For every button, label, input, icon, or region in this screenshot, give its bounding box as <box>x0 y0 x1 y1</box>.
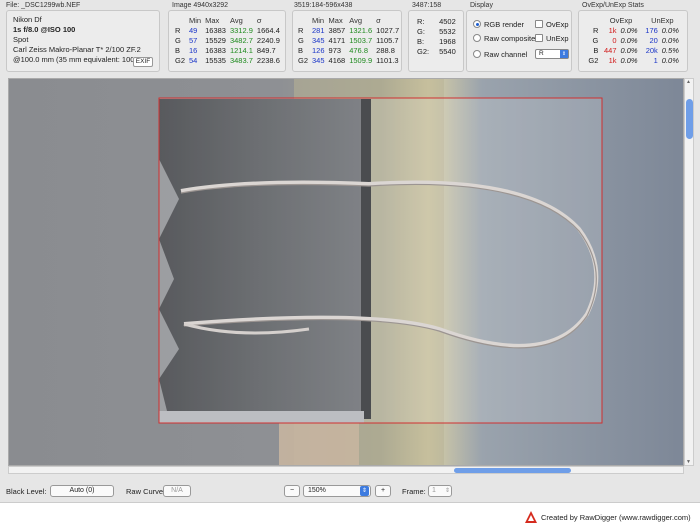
selection-panel-title: 3519:184-596x438 <box>294 2 353 9</box>
col-sigma: σ <box>256 15 262 25</box>
ovexp-toggle[interactable]: OvExp <box>535 17 569 31</box>
raw-channel-option[interactable]: Raw channel <box>473 47 535 61</box>
zoom-select[interactable]: 150% ⇕ <box>303 485 371 497</box>
ovexp-panel-title: OvExp/UnExp Stats <box>582 2 644 9</box>
photo-canvas[interactable] <box>9 79 684 466</box>
vertical-scroll-thumb[interactable] <box>686 99 693 139</box>
table-row: R 49 16383 3312.9 1664.4 <box>175 25 280 35</box>
bottom-toolbar: Black Level: Auto (0) Raw Curve: N/A − 1… <box>0 482 700 500</box>
col-avg: Avg <box>229 15 243 25</box>
table-row: B 16 16383 1214.1 849.7 <box>175 45 276 55</box>
col-sigma: σ <box>376 15 381 25</box>
raw-curve-label: Raw Curve: <box>126 486 166 496</box>
table-row: G2 345 4168 1509.9 1101.3 <box>298 55 399 65</box>
focal-length: @100.0 mm (35 mm equivalent: 100.0 mm) <box>13 55 133 64</box>
table-row: G2 54 15535 3483.7 2238.6 <box>175 55 280 65</box>
lens-name: Carl Zeiss Makro-Planar T* 2/100 ZF.2 <box>13 45 141 54</box>
table-row: G2: 5540 <box>417 46 456 56</box>
camera-model: Nikon Df <box>13 15 42 24</box>
table-row: B 447 0.0% 20k 0.5% <box>593 45 679 55</box>
table-row: G 345 4171 1503.7 1105.7 <box>298 35 399 45</box>
image-viewer[interactable] <box>8 78 684 466</box>
col-ovexp: OvExp <box>609 15 633 25</box>
zoom-in-button[interactable]: + <box>375 485 391 497</box>
table-row: B: 1968 <box>417 36 456 46</box>
horizontal-scroll-thumb[interactable] <box>454 468 571 473</box>
ovexp-stats-panel: OvExp UnExp R 1k 0.0% 176 0.0% G 0 0.0% … <box>578 10 688 72</box>
frame-label: Frame: <box>402 486 426 496</box>
pixel-panel-title: 3487:158 <box>412 2 442 9</box>
black-level-label: Black Level: <box>6 486 47 496</box>
footer: Created by RawDigger (www.rawdigger.com) <box>0 502 700 530</box>
table-row: R 1k 0.0% 176 0.0% <box>592 25 679 35</box>
col-avg: Avg <box>349 15 363 25</box>
raw-composite-option[interactable]: Raw composite <box>473 31 535 45</box>
table-row: G2 1k 0.0% 1 0.0% <box>588 55 679 65</box>
table-row: G 57 15529 3482.7 2240.9 <box>175 35 280 45</box>
radio-icon[interactable] <box>473 20 481 28</box>
table-row: G 0 0.0% 20 0.0% <box>592 35 679 45</box>
credit-text: Created by RawDigger (www.rawdigger.com) <box>541 513 691 522</box>
table-row: G: 5532 <box>417 26 456 36</box>
table-row: B 126 973 476.8 288.8 <box>298 45 395 55</box>
file-info-panel: Nikon Df 1s f/8.0 @ISO 100 Spot Carl Zei… <box>6 10 160 72</box>
horizontal-scrollbar[interactable] <box>8 466 684 474</box>
scroll-up-icon[interactable]: ▲ <box>686 79 691 85</box>
metering-mode: Spot <box>13 35 29 44</box>
exposure-info: 1s f/8.0 @ISO 100 <box>13 25 76 34</box>
rgb-render-option[interactable]: RGB render <box>473 17 535 31</box>
unexp-toggle[interactable]: UnExp <box>535 31 569 45</box>
rawdigger-logo-icon <box>525 511 537 523</box>
raw-curve-button[interactable]: N/A <box>163 485 191 497</box>
black-level-button[interactable]: Auto (0) <box>50 485 114 497</box>
zoom-out-button[interactable]: − <box>284 485 300 497</box>
checkbox-icon[interactable] <box>535 20 543 28</box>
table-row: R: 4502 <box>417 16 456 26</box>
col-max: Max <box>328 15 343 25</box>
file-panel-title: File: _DSC1299wb.NEF <box>6 2 81 9</box>
updown-arrow-icon: ⇕ <box>560 50 568 58</box>
selection-stats-panel: Min Max Avg σ R 281 3857 1321.6 1027.7 G… <box>292 10 402 72</box>
ovexp-stats-table: OvExp UnExp R 1k 0.0% 176 0.0% G 0 0.0% … <box>585 15 683 65</box>
col-min: Min <box>312 15 325 25</box>
table-row: R 281 3857 1321.6 1027.7 <box>298 25 400 35</box>
checkbox-icon[interactable] <box>535 34 543 42</box>
dropdown-arrow-icon: ⇕ <box>444 488 450 494</box>
radio-icon[interactable] <box>473 34 481 42</box>
scroll-down-icon[interactable]: ▼ <box>686 459 691 465</box>
frame-select[interactable]: 1 ⇕ <box>428 485 452 497</box>
exif-button[interactable]: EXIF <box>133 57 153 67</box>
image-stats-table: Min Max Avg σ R 49 16383 3312.9 1664.4 G… <box>173 15 282 65</box>
col-unexp: UnExp <box>651 15 674 25</box>
vertical-scrollbar[interactable]: ▲ ▼ <box>684 78 694 466</box>
channel-select[interactable]: R ⇕ <box>535 49 569 59</box>
radio-icon[interactable] <box>473 50 481 58</box>
selection-rectangle[interactable] <box>158 97 603 424</box>
col-max: Max <box>205 15 220 25</box>
dropdown-arrow-icon: ⇕ <box>360 486 369 496</box>
pixel-value-table: R: 4502 G: 5532 B: 1968 G2: 5540 <box>415 16 458 56</box>
display-panel: RGB render Raw composite Raw channel OvE… <box>466 10 572 72</box>
pixel-value-panel: R: 4502 G: 5532 B: 1968 G2: 5540 <box>408 10 464 72</box>
display-panel-title: Display <box>470 2 493 9</box>
col-min: Min <box>189 15 202 25</box>
selection-stats-table: Min Max Avg σ R 281 3857 1321.6 1027.7 G… <box>296 15 401 65</box>
image-panel-title: Image 4940x3292 <box>172 2 229 9</box>
image-stats-panel: Min Max Avg σ R 49 16383 3312.9 1664.4 G… <box>168 10 286 72</box>
